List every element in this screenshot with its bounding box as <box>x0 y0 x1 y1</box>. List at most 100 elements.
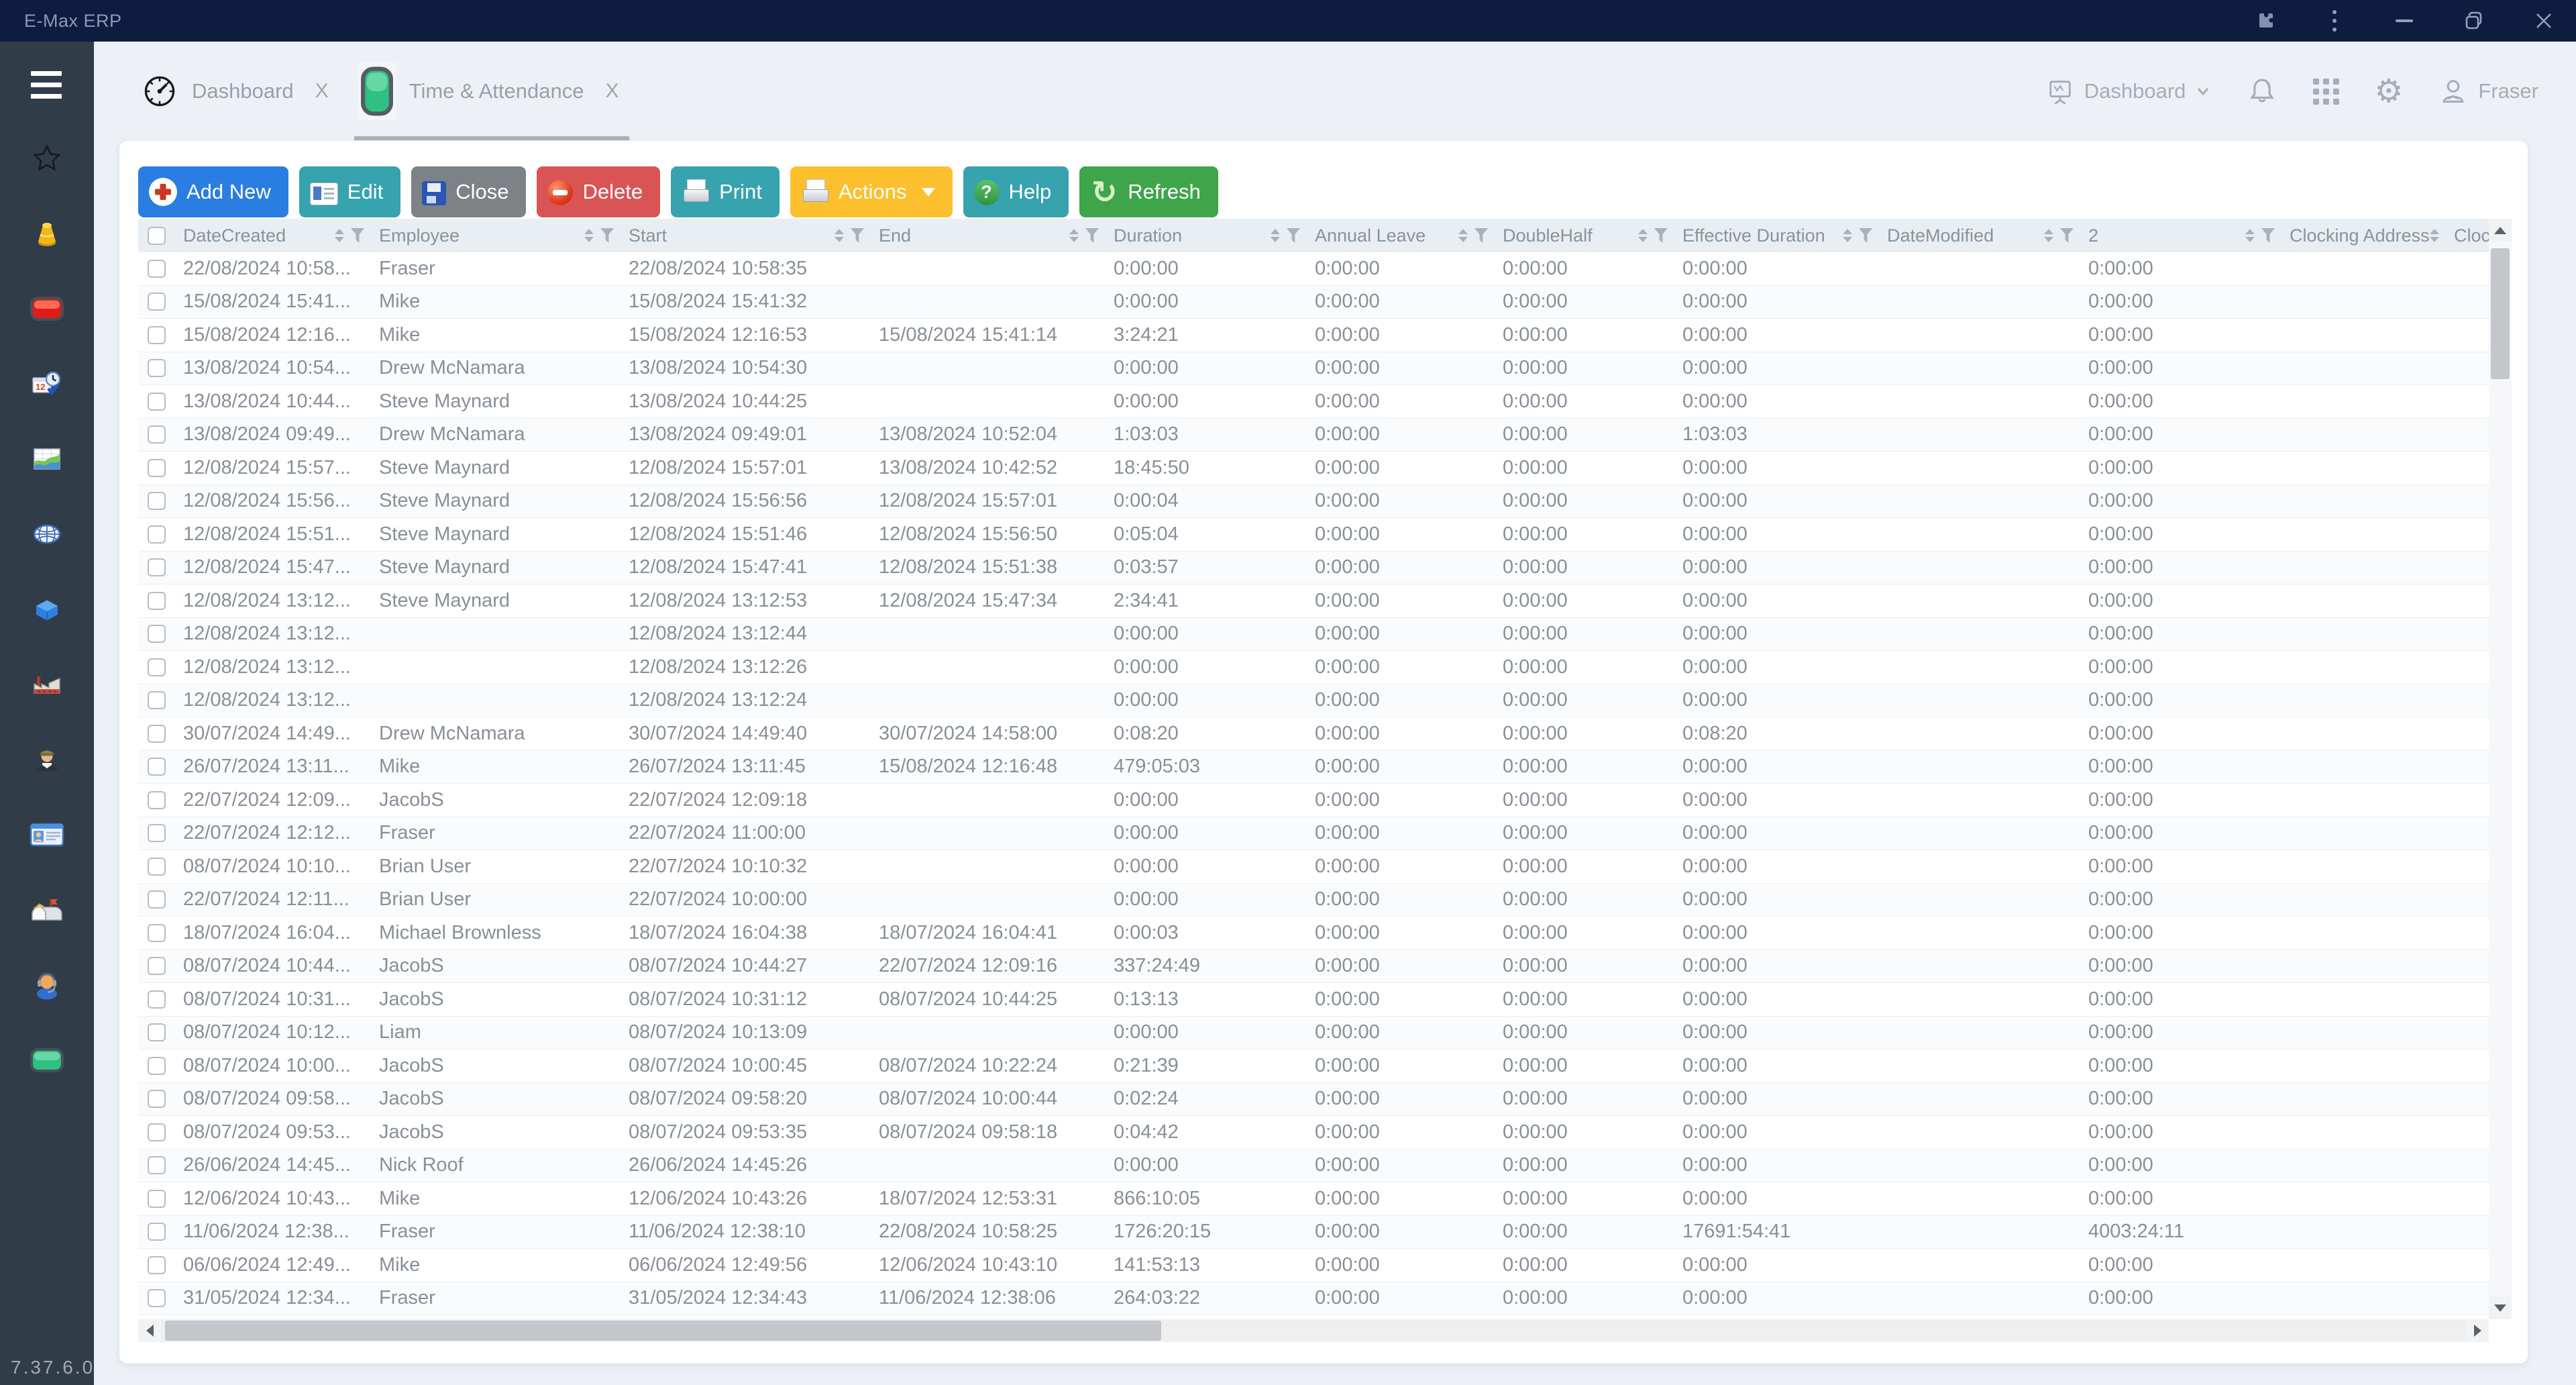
row-checkbox[interactable] <box>148 1223 166 1241</box>
apps-grid-button[interactable] <box>2313 79 2339 105</box>
scroll-left-icon[interactable] <box>138 1319 161 1342</box>
row-checkbox[interactable] <box>148 791 166 809</box>
filter-funnel-icon[interactable] <box>851 228 864 243</box>
column-header-annual-leave[interactable]: Annual Leave <box>1307 219 1495 252</box>
column-header-effective-duration[interactable]: Effective Duration <box>1674 219 1879 252</box>
table-row[interactable]: 12/08/2024 15:47...Steve Maynard12/08/20… <box>138 552 2510 585</box>
table-row[interactable]: 15/08/2024 15:41...Mike15/08/2024 15:41:… <box>138 286 2510 319</box>
column-header-duration[interactable]: Duration <box>1106 219 1307 252</box>
table-row[interactable]: 08/07/2024 10:00...JacobS08/07/2024 10:0… <box>138 1049 2510 1083</box>
table-row[interactable]: 31/05/2024 12:34...Fraser31/05/2024 12:3… <box>138 1282 2510 1316</box>
table-row[interactable]: 12/08/2024 13:12...12/08/2024 13:12:440:… <box>138 618 2510 652</box>
vertical-scroll-thumb[interactable] <box>2491 248 2510 379</box>
table-row[interactable]: 18/07/2024 16:04...Michael Brownless18/0… <box>138 917 2510 950</box>
table-row[interactable]: 12/06/2024 10:43...Mike12/06/2024 10:43:… <box>138 1182 2510 1216</box>
sidebar-item-time-attendance[interactable]: 12 <box>25 368 68 400</box>
row-checkbox[interactable] <box>148 625 166 643</box>
table-row[interactable]: 12/08/2024 13:12...12/08/2024 13:12:240:… <box>138 684 2510 718</box>
row-checkbox[interactable] <box>148 1190 166 1208</box>
column-header-clocking-address[interactable]: Clocking Address <box>2282 219 2446 252</box>
row-checkbox[interactable] <box>148 1289 166 1307</box>
row-checkbox[interactable] <box>148 326 166 344</box>
table-row[interactable]: 22/07/2024 12:09...JacobS22/07/2024 12:0… <box>138 784 2510 817</box>
kebab-menu-icon[interactable] <box>2321 7 2348 34</box>
filter-funnel-icon[interactable] <box>2261 228 2275 243</box>
filter-funnel-icon[interactable] <box>351 228 364 243</box>
column-header-employee[interactable]: Employee <box>371 219 621 252</box>
table-row[interactable]: 12/08/2024 13:12...Steve Maynard12/08/20… <box>138 584 2510 618</box>
extension-icon[interactable] <box>2251 7 2278 34</box>
row-checkbox[interactable] <box>148 393 166 411</box>
scroll-down-icon[interactable] <box>2489 1296 2512 1319</box>
row-checkbox[interactable] <box>148 1023 166 1041</box>
sort-icon[interactable] <box>1843 229 1852 242</box>
sidebar-item-person-hat[interactable] <box>25 743 68 776</box>
table-row[interactable]: 08/07/2024 10:31...JacobS08/07/2024 10:3… <box>138 983 2510 1017</box>
row-checkbox[interactable] <box>148 459 166 477</box>
filter-funnel-icon[interactable] <box>2060 228 2074 243</box>
sidebar-item-green-button[interactable] <box>25 1044 68 1076</box>
row-checkbox[interactable] <box>148 890 166 909</box>
tab-close-icon[interactable]: X <box>315 80 329 103</box>
column-header-date-created[interactable]: DateCreated <box>175 219 371 252</box>
row-checkbox[interactable] <box>148 525 166 544</box>
close-icon[interactable] <box>2530 7 2557 34</box>
print-button[interactable]: Print <box>671 166 780 217</box>
sidebar-item-chart[interactable] <box>25 443 68 475</box>
row-checkbox[interactable] <box>148 990 166 1009</box>
table-row[interactable]: 13/08/2024 09:49...Drew McNamara13/08/20… <box>138 419 2510 452</box>
table-row[interactable]: 12/08/2024 15:51...Steve Maynard12/08/20… <box>138 518 2510 552</box>
sidebar-item-mailbox[interactable] <box>25 894 68 926</box>
settings-button[interactable]: ⚙ <box>2374 75 2403 107</box>
row-checkbox[interactable] <box>148 359 166 377</box>
sidebar-item-star[interactable] <box>25 142 68 174</box>
filter-funnel-icon[interactable] <box>1474 228 1488 243</box>
minimize-icon[interactable] <box>2391 7 2418 34</box>
sort-icon[interactable] <box>2044 229 2053 242</box>
row-checkbox[interactable] <box>148 957 166 975</box>
select-all-checkbox[interactable] <box>148 227 166 245</box>
table-row[interactable]: 30/07/2024 14:49...Drew McNamara30/07/20… <box>138 717 2510 751</box>
row-checkbox[interactable] <box>148 592 166 610</box>
sort-icon[interactable] <box>1638 229 1648 242</box>
sidebar-item-id-card[interactable] <box>25 819 68 851</box>
filter-funnel-icon[interactable] <box>1654 228 1668 243</box>
filter-funnel-icon[interactable] <box>1085 228 1099 243</box>
notifications-button[interactable] <box>2246 75 2278 107</box>
table-row[interactable]: 13/08/2024 10:54...Drew McNamara13/08/20… <box>138 352 2510 386</box>
add-new-button[interactable]: Add New <box>138 166 288 217</box>
table-row[interactable]: 08/07/2024 10:10...Brian User22/07/2024 … <box>138 850 2510 884</box>
sort-icon[interactable] <box>2245 229 2255 242</box>
sort-icon[interactable] <box>335 229 344 242</box>
table-row[interactable]: 11/06/2024 12:38...Fraser11/06/2024 12:3… <box>138 1216 2510 1249</box>
row-checkbox[interactable] <box>148 658 166 676</box>
filter-funnel-icon[interactable] <box>1287 228 1300 243</box>
table-row[interactable]: 15/08/2024 12:16...Mike15/08/2024 12:16:… <box>138 319 2510 352</box>
hamburger-menu-icon[interactable] <box>31 71 62 99</box>
delete-button[interactable]: Delete <box>537 166 660 217</box>
sidebar-item-globe[interactable] <box>25 518 68 550</box>
sidebar-item-support-headset[interactable] <box>25 969 68 1001</box>
column-header-end[interactable]: End <box>871 219 1106 252</box>
table-row[interactable]: 08/07/2024 09:53...JacobS08/07/2024 09:5… <box>138 1116 2510 1149</box>
user-menu[interactable]: Fraser <box>2438 76 2538 107</box>
row-checkbox[interactable] <box>148 924 166 942</box>
tab-dashboard[interactable]: Dashboard X <box>141 62 329 120</box>
tab-time-attendance[interactable]: Time & Attendance X <box>358 62 619 120</box>
table-row[interactable]: 12/08/2024 15:57...Steve Maynard12/08/20… <box>138 452 2510 485</box>
row-checkbox[interactable] <box>148 1156 166 1174</box>
filter-funnel-icon[interactable] <box>1859 228 1872 243</box>
table-row[interactable]: 12/08/2024 15:56...Steve Maynard12/08/20… <box>138 485 2510 519</box>
refresh-button[interactable]: Refresh <box>1079 166 1218 217</box>
row-checkbox[interactable] <box>148 691 166 709</box>
sort-icon[interactable] <box>835 229 844 242</box>
sort-icon[interactable] <box>1271 229 1280 242</box>
row-checkbox[interactable] <box>148 260 166 278</box>
table-row[interactable]: 08/07/2024 10:12...Liam08/07/2024 10:13:… <box>138 1017 2510 1050</box>
tab-close-icon[interactable]: X <box>605 80 619 103</box>
actions-button[interactable]: Actions <box>790 166 953 217</box>
row-checkbox[interactable] <box>148 293 166 311</box>
sidebar-item-red-button[interactable] <box>25 293 68 325</box>
row-checkbox[interactable] <box>148 1057 166 1075</box>
table-row[interactable]: 08/07/2024 09:58...JacobS08/07/2024 09:5… <box>138 1083 2510 1117</box>
